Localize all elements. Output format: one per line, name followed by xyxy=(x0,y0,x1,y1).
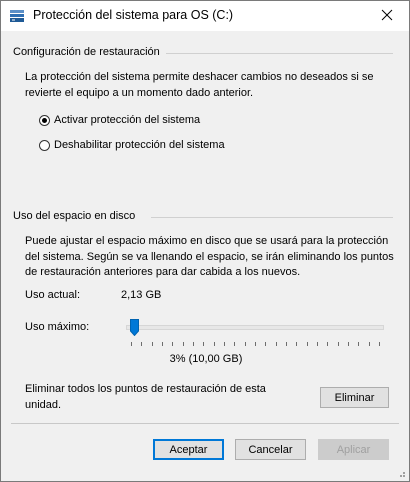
radio-enable-protection[interactable]: Activar protección del sistema xyxy=(39,114,200,126)
slider-tick xyxy=(358,342,359,346)
delete-points-text: Eliminar todos los puntos de restauració… xyxy=(25,383,266,411)
slider-tick xyxy=(286,342,287,346)
slider-tick xyxy=(152,342,153,346)
current-usage-value: 2,13 GB xyxy=(121,289,162,301)
slider-tick xyxy=(369,342,370,346)
slider-tick xyxy=(255,342,256,346)
slider-tick xyxy=(131,342,132,346)
slider-tick xyxy=(193,342,194,346)
cancel-button[interactable]: Cancelar xyxy=(235,439,306,460)
title-bar[interactable]: Protección del sistema para OS (C:) xyxy=(1,1,409,31)
disk-description: Puede ajustar el espacio máximo en disco… xyxy=(25,235,394,278)
slider-tick xyxy=(338,342,339,346)
accept-button[interactable]: Aceptar xyxy=(153,439,224,460)
slider-tick xyxy=(296,342,297,346)
window-title: Protección del sistema para OS (C:) xyxy=(33,8,234,22)
slider-tick xyxy=(203,342,204,346)
radio-disable-label: Deshabilitar protección del sistema xyxy=(54,139,225,151)
disk-usage-group-label: Uso del espacio en disco xyxy=(13,210,136,222)
slider-tick xyxy=(183,342,184,346)
resize-grip-icon[interactable] xyxy=(396,468,406,478)
slider-tick xyxy=(141,342,142,346)
apply-button: Aplicar xyxy=(318,439,389,460)
max-usage-slider-thumb[interactable] xyxy=(130,319,140,337)
slider-tick xyxy=(276,342,277,346)
close-button[interactable] xyxy=(365,1,409,31)
slider-tick xyxy=(214,342,215,346)
restore-description: La protección del sistema permite deshac… xyxy=(25,71,374,99)
radio-button[interactable] xyxy=(39,139,50,151)
slider-tick xyxy=(317,342,318,346)
slider-tick xyxy=(172,342,173,346)
slider-tick xyxy=(234,342,235,346)
slider-tick xyxy=(307,342,308,346)
radio-enable-label: Activar protección del sistema xyxy=(54,114,201,126)
max-usage-slider-track[interactable] xyxy=(126,325,384,330)
system-protection-dialog: Protección del sistema para OS (C:) Conf… xyxy=(0,0,410,482)
slider-tick xyxy=(265,342,266,346)
group-divider xyxy=(151,217,393,218)
slider-tick xyxy=(245,342,246,346)
radio-button-selected[interactable] xyxy=(39,114,50,126)
slider-tick xyxy=(327,342,328,346)
footer-divider xyxy=(11,423,399,424)
max-usage-label: Uso máximo: xyxy=(25,321,90,333)
delete-button[interactable]: Eliminar xyxy=(320,387,389,408)
group-divider xyxy=(166,53,393,54)
slider-tick xyxy=(162,342,163,346)
current-usage-label: Uso actual: xyxy=(25,289,81,301)
system-protection-icon xyxy=(9,9,25,23)
slider-tick xyxy=(224,342,225,346)
close-icon xyxy=(381,9,393,24)
max-usage-value: 3% (10,00 GB) xyxy=(169,353,243,365)
restore-settings-group-label: Configuración de restauración xyxy=(13,46,160,58)
radio-disable-protection[interactable]: Deshabilitar protección del sistema xyxy=(39,139,225,151)
slider-tick xyxy=(379,342,380,346)
slider-tick xyxy=(348,342,349,346)
